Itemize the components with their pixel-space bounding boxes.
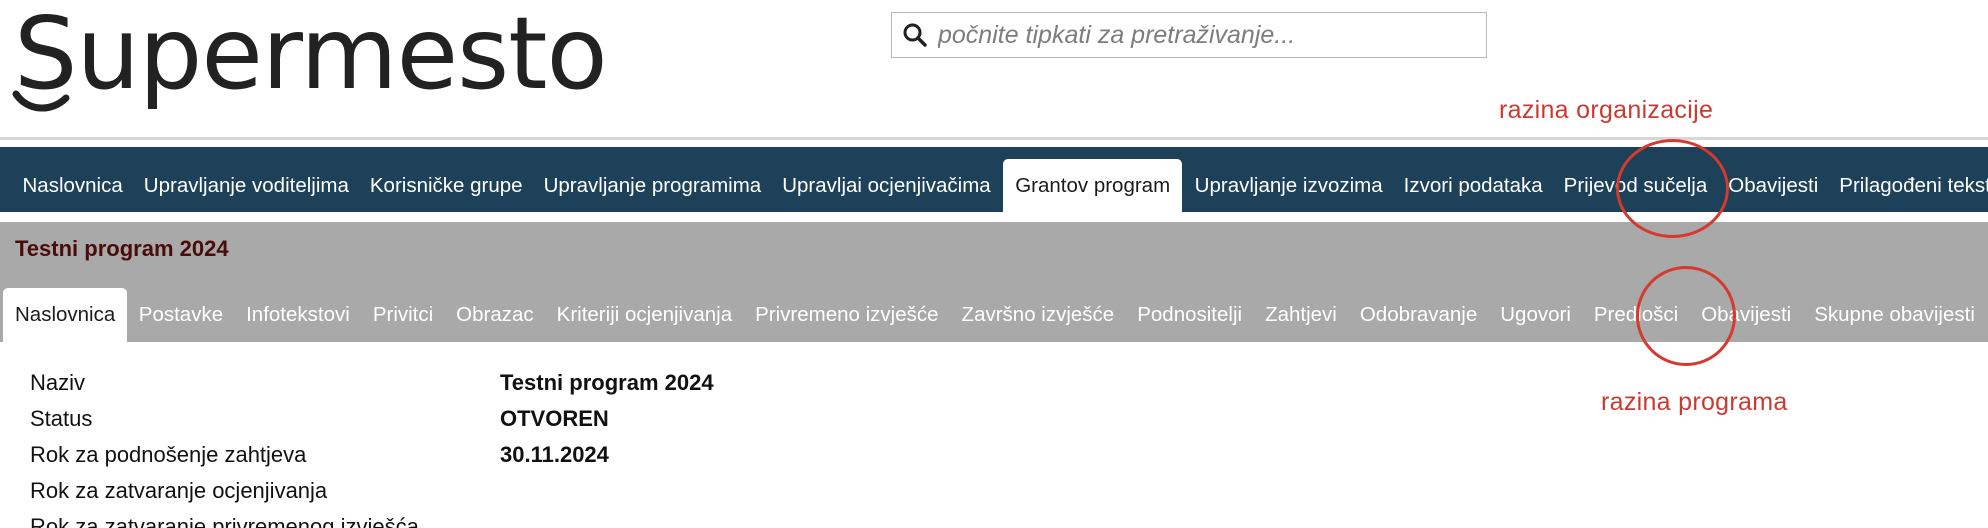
detail-label: Rok za zatvaranje privremenog izvješća [30, 514, 419, 528]
detail-label: Naziv [30, 370, 86, 395]
main-nav-item-korisnicke-grupe[interactable]: Korisničke grupe [359, 175, 533, 213]
detail-label: Rok za zatvaranje ocjenjivanja [30, 478, 328, 503]
tab-ugovori[interactable]: Ugovori [1489, 304, 1583, 343]
program-title: Testni program 2024 [15, 236, 229, 261]
logo-swoosh [12, 90, 70, 112]
tab-infotekstovi[interactable]: Infotekstovi [235, 304, 362, 343]
tab-obrazac[interactable]: Obrazac [445, 304, 545, 343]
main-nav-item-upravljanje-voditeljima[interactable]: Upravljanje voditeljima [133, 175, 359, 213]
main-nav-item-prilagodeni-tekstovi[interactable]: Prilagođeni tekstovi [1829, 175, 1988, 213]
tab-privitci[interactable]: Privitci [361, 304, 444, 343]
search-box[interactable] [891, 12, 1487, 58]
tab-skupne-obavijesti[interactable]: Skupne obavijesti [1803, 304, 1987, 343]
detail-label: Rok za podnošenje zahtjeva [30, 442, 307, 467]
tab-privremeno-izvjesce[interactable]: Privremeno izvješće [744, 304, 950, 343]
search-icon [902, 22, 928, 48]
tab-odobravanje[interactable]: Odobravanje [1348, 304, 1488, 343]
main-nav-item-upravljai-ocjenjivacima[interactable]: Upravljai ocjenjivačima [772, 175, 1002, 213]
annotation-circle-organization [1616, 139, 1729, 238]
tab-postavke[interactable]: Postavke [127, 304, 234, 343]
main-nav-item-grantov-program[interactable]: Grantov program [1003, 158, 1183, 212]
tab-zahtjevi[interactable]: Zahtjevi [1254, 304, 1349, 343]
tab-kriteriji-ocjenjivanja[interactable]: Kriteriji ocjenjivanja [545, 304, 743, 343]
annotation-circle-program [1636, 266, 1736, 366]
tab-naslovnica[interactable]: Naslovnica [3, 287, 128, 342]
detail-value: Testni program 2024 [500, 370, 714, 395]
main-nav-item-izvori-podataka[interactable]: Izvori podataka [1393, 175, 1553, 213]
main-nav-item-naslovnica[interactable]: Naslovnica [12, 175, 133, 213]
header-divider [0, 137, 1988, 140]
detail-row: Status OTVOREN [30, 406, 830, 442]
detail-row: Rok za podnošenje zahtjeva 30.11.2024 [30, 442, 830, 478]
detail-value: OTVOREN [500, 406, 609, 431]
annotation-organization-level: razina organizacije [1499, 96, 1714, 124]
main-nav-item-obavijesti[interactable]: Obavijesti [1718, 175, 1829, 213]
main-nav-item-upravljanje-programima[interactable]: Upravljanje programima [533, 175, 772, 213]
detail-row: Rok za zatvaranje ocjenjivanja [30, 478, 830, 514]
logo[interactable]: Supermesto [14, 0, 608, 114]
detail-label: Status [30, 406, 93, 431]
tab-podnositelji[interactable]: Podnositelji [1126, 304, 1254, 343]
search-input[interactable] [938, 20, 1458, 50]
annotation-program-level: razina programa [1601, 388, 1788, 416]
detail-row: Naziv Testni program 2024 [30, 370, 830, 406]
page: Supermesto NaslovnicaUpravljanje voditel… [0, 0, 1988, 528]
main-nav-item-upravljanje-izvozima[interactable]: Upravljanje izvozima [1184, 175, 1393, 213]
tab-zavrsno-izvjesce[interactable]: Završno izvješće [950, 304, 1126, 343]
detail-row: Rok za zatvaranje privremenog izvješća [30, 514, 830, 528]
detail-value: 30.11.2024 [500, 442, 609, 467]
program-details: Naziv Testni program 2024 Status OTVOREN Rok… [30, 370, 830, 528]
